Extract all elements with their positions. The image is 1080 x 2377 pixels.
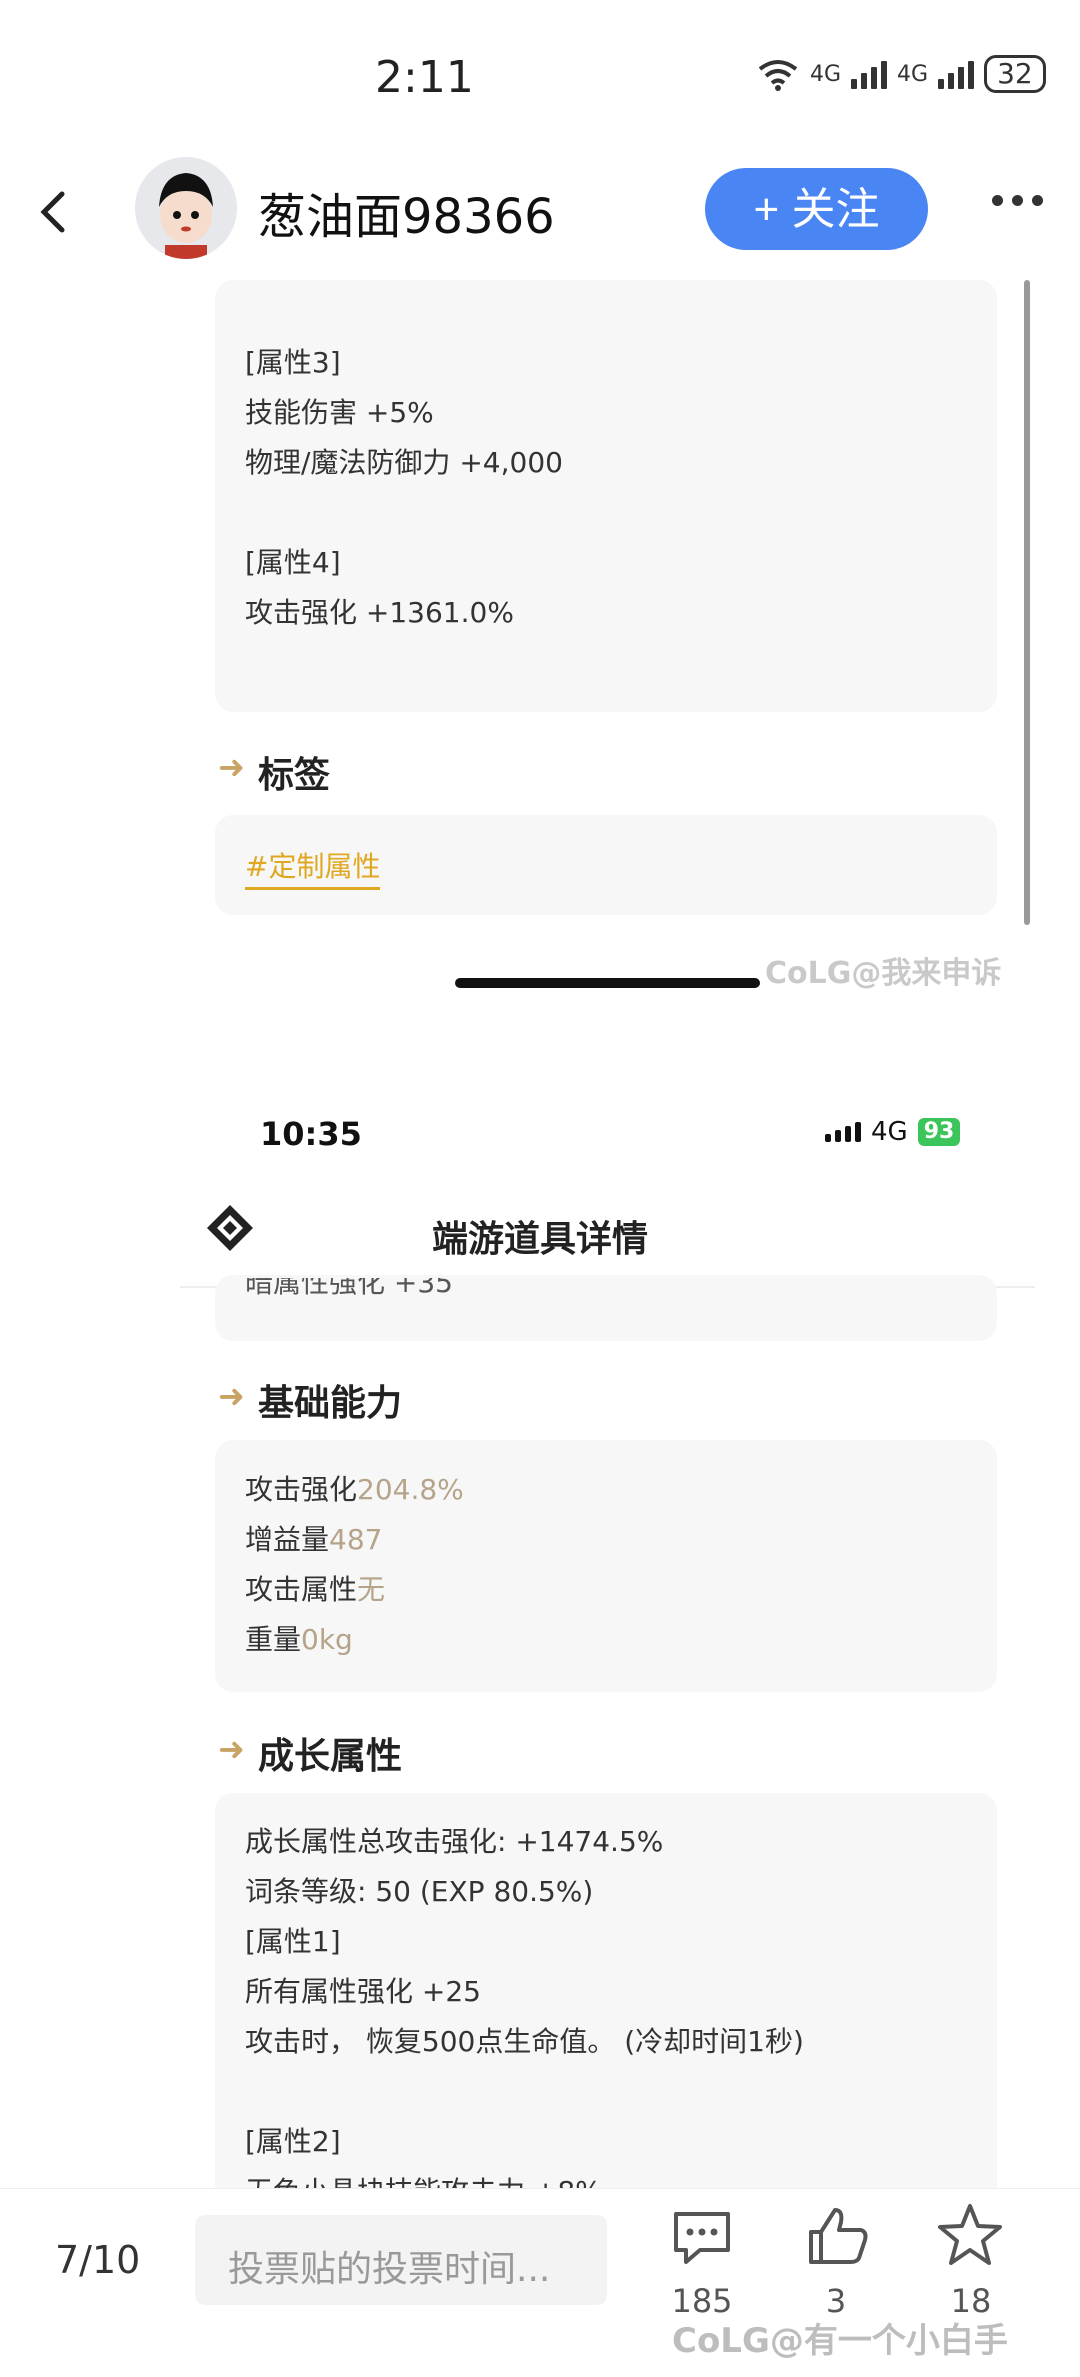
attr-line: [属性4]: [245, 546, 341, 579]
basic-row: 攻击强化204.8%: [245, 1473, 464, 1506]
attr-line: 技能伤害 +5%: [245, 396, 434, 429]
watermark: CoLG@我来申诉: [765, 956, 1002, 991]
basic-row: 增益量487: [245, 1523, 383, 1556]
signal-icon: [851, 59, 888, 89]
comment-icon[interactable]: [670, 2208, 734, 2268]
attr-line: 攻击强化 +1361.0%: [245, 596, 514, 629]
basic-list: 攻击强化204.8% 增益量487 攻击属性无 重量0kg: [245, 1465, 464, 1665]
basic-title: 基础能力: [258, 1383, 403, 1424]
chevron-left-icon: [40, 191, 65, 233]
arrow-icon: ➜: [218, 1377, 245, 1415]
inner-net-label: 4G: [871, 1117, 908, 1147]
status-time: 2:11: [375, 52, 474, 103]
inner-status-time: 10:35: [260, 1115, 362, 1153]
growth-title: 成长属性: [258, 1736, 403, 1777]
growth-line: 无色小晶块技能攻击力 +8%: [245, 2167, 804, 2188]
growth-line: [245, 2067, 804, 2117]
battery-icon: 32: [984, 55, 1046, 93]
battery-icon: 93: [917, 1118, 961, 1146]
partial-line: 暗属性强化 +35: [245, 1278, 453, 1299]
net-label-1: 4G: [810, 61, 842, 87]
watermark: CoLG@有一个小白手: [672, 2321, 1008, 2361]
basic-row: 攻击属性无: [245, 1573, 386, 1606]
inner-status-icons: 4G 93: [825, 1117, 961, 1147]
growth-line: 攻击时， 恢复500点生命值。 (冷却时间1秒): [245, 2025, 804, 2058]
attr-line: 物理/魔法防御力 +4,000: [245, 446, 563, 479]
star-icon[interactable]: [936, 2202, 1004, 2268]
page-indicator: 7/10: [55, 2238, 141, 2282]
attributes-text-top: [属性3] 技能伤害 +5% 物理/魔法防御力 +4,000 [属性4] 攻击强…: [245, 338, 985, 638]
basic-row: 重量0kg: [245, 1623, 353, 1656]
signal-icon: [825, 1122, 861, 1142]
tags-title: 标签: [258, 755, 331, 796]
status-icons: 4G 4G 32: [756, 55, 1046, 93]
net-label-2: 4G: [897, 61, 929, 87]
arrow-icon: ➜: [218, 748, 245, 786]
follow-button[interactable]: + 关注: [705, 168, 928, 250]
wifi-icon: [758, 60, 798, 91]
growth-line: [属性1]: [245, 1925, 341, 1958]
tag-link[interactable]: #定制属性: [245, 845, 381, 890]
more-icon[interactable]: [992, 190, 1048, 210]
arrow-icon: ➜: [218, 1730, 245, 1768]
back-button[interactable]: [38, 180, 78, 240]
avatar[interactable]: [135, 157, 237, 259]
avatar-icon: [135, 157, 237, 259]
like-icon[interactable]: [805, 2204, 871, 2268]
growth-line: 词条等级: 50 (EXP 80.5%): [245, 1875, 594, 1908]
growth-line: 成长属性总攻击强化: +1474.5%: [245, 1825, 664, 1858]
home-indicator: [455, 978, 760, 988]
comment-placeholder[interactable]: 投票贴的投票时间...: [228, 2240, 550, 2292]
growth-line: 所有属性强化 +25: [245, 1975, 481, 2008]
inner-page-title: 端游道具详情: [431, 1219, 648, 1260]
attr-line: [属性3]: [245, 346, 341, 379]
signal-icon-2: [938, 59, 975, 89]
growth-line: [属性2]: [245, 2125, 341, 2158]
attr-line: [245, 488, 985, 538]
username[interactable]: 葱油面98366: [258, 177, 555, 247]
scrollbar[interactable]: [1024, 280, 1030, 925]
growth-list: 成长属性总攻击强化: +1474.5% 词条等级: 50 (EXP 80.5%)…: [245, 1817, 804, 2188]
